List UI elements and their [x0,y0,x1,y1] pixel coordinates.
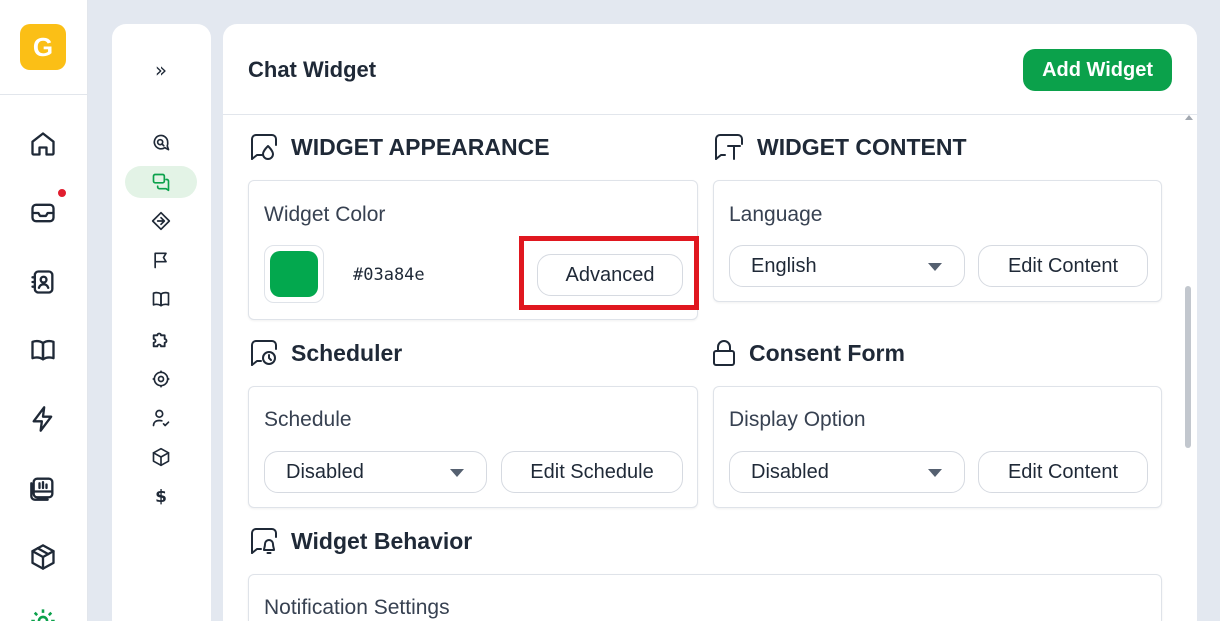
chat-search-icon[interactable] [125,127,197,159]
content-title-text: WIDGET CONTENT [757,133,967,160]
widget-content-icon [715,134,743,160]
billing-icon[interactable]: $ [125,481,197,513]
edit-content-button[interactable]: Edit Content [978,245,1148,287]
box-icon[interactable] [19,533,67,581]
content-section-title: WIDGET CONTENT [712,133,967,161]
appearance-title-text: WIDGET APPEARANCE [291,133,550,160]
schedule-card: Schedule Disabled Edit Schedule [248,386,698,508]
language-select-value: English [751,254,817,277]
book-icon[interactable] [19,326,67,374]
flag-icon[interactable] [125,244,197,276]
language-label: Language [729,203,823,226]
dropdown-caret-icon [450,469,464,477]
page-title: Chat Widget [248,57,377,82]
reports-icon[interactable] [19,464,67,512]
notification-settings-label: Notification Settings [264,596,450,619]
home-icon[interactable] [19,120,67,168]
scheduler-icon [251,340,277,366]
rail-divider [0,94,88,95]
user-check-icon[interactable] [125,402,197,434]
settings-icon[interactable] [19,597,67,621]
puzzle-icon[interactable] [125,323,197,355]
appearance-section-title: WIDGET APPEARANCE [248,133,550,161]
logo-letter: G [32,31,54,62]
color-swatch-picker[interactable] [264,245,324,303]
behavior-section-title: Widget Behavior [248,527,472,555]
integration-icon[interactable] [125,205,197,237]
display-option-value: Disabled [751,460,829,483]
widget-behavior-icon [251,528,277,554]
color-swatch [270,251,318,297]
color-hex-value: #03a84e [353,265,425,285]
dropdown-caret-icon [928,263,942,271]
scheduler-section-title: Scheduler [248,339,402,367]
widget-appearance-icon [251,134,277,160]
chat-widget-icon[interactable] [125,166,197,198]
package-icon[interactable] [125,441,197,473]
sub-navigation: » $ [112,24,211,621]
edit-consent-content-button[interactable]: Edit Content [978,451,1148,493]
scrollbar-thumb[interactable] [1185,286,1191,448]
language-select[interactable]: English [729,245,965,287]
scheduler-title-text: Scheduler [291,339,403,366]
double-chevron-right-icon: » [154,58,168,82]
language-card: Language English Edit Content [713,180,1162,302]
schedule-select-value: Disabled [286,460,364,483]
consent-section-title: Consent Form [712,339,905,367]
book-icon[interactable] [125,283,197,315]
left-rail: G [0,0,88,621]
dollar-icon: $ [155,487,167,507]
panel-header: Chat Widget Add Widget [223,24,1197,115]
contacts-icon[interactable] [19,258,67,306]
schedule-label: Schedule [264,408,352,431]
workspace-logo[interactable]: G [20,24,66,70]
gear-icon[interactable] [125,363,197,395]
behavior-title-text: Widget Behavior [291,527,473,554]
notification-card: Notification Settings [248,574,1162,621]
advanced-button[interactable]: Advanced [537,254,683,296]
schedule-select[interactable]: Disabled [264,451,487,493]
edit-schedule-button[interactable]: Edit Schedule [501,451,683,493]
consent-title-text: Consent Form [749,339,905,366]
scroll-up-arrow-icon[interactable] [1185,115,1193,120]
display-option-select[interactable]: Disabled [729,451,965,493]
lock-icon [713,340,735,366]
consent-card: Display Option Disabled Edit Content [713,386,1162,508]
display-option-label: Display Option [729,408,866,431]
widget-color-label: Widget Color [264,203,386,226]
lightning-icon[interactable] [19,395,67,443]
scrollbar[interactable] [1183,115,1193,621]
expand-sidebar-button[interactable]: » [125,54,197,86]
widget-color-card: Widget Color #03a84e Advanced [248,180,698,320]
dropdown-caret-icon [928,469,942,477]
notification-dot [57,188,67,198]
add-widget-button[interactable]: Add Widget [1023,49,1172,91]
